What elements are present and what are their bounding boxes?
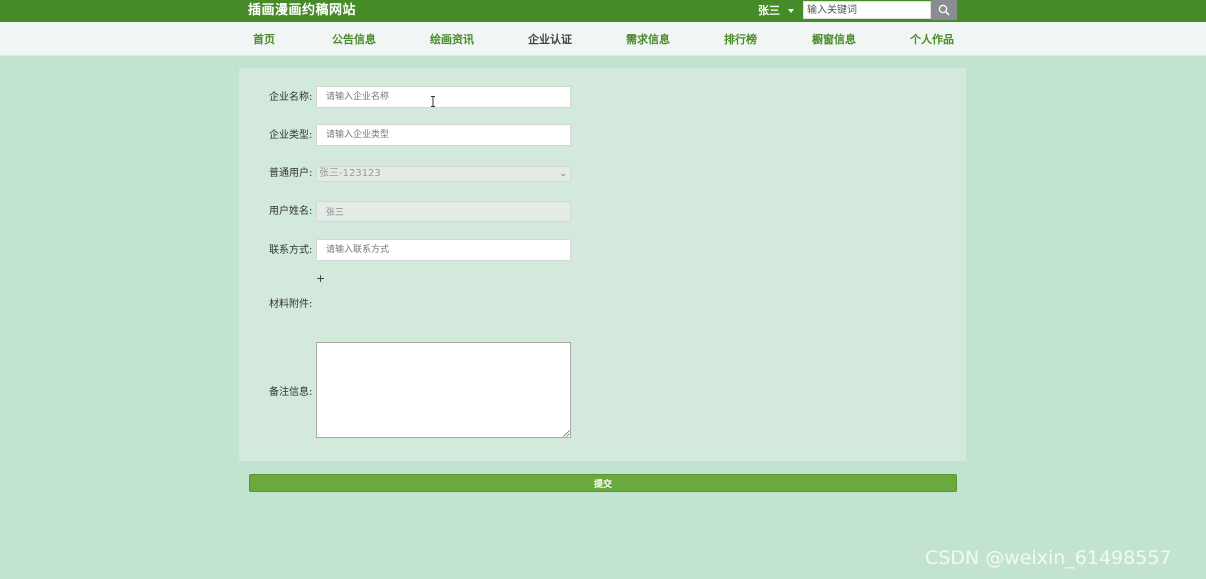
company-type-label: 企业类型: — [269, 130, 313, 141]
add-attachment-button[interactable]: + — [316, 273, 325, 285]
user-menu[interactable]: 张三 — [758, 3, 794, 19]
chevron-down-icon: ⌄ — [559, 169, 567, 179]
site-title[interactable]: 插画漫画约稿网站 — [248, 2, 356, 20]
caret-down-icon[interactable] — [788, 9, 794, 13]
remark-label: 备注信息: — [269, 387, 313, 398]
remark-textarea[interactable] — [316, 342, 571, 438]
text-cursor-icon — [431, 96, 435, 107]
nav-company-certification[interactable]: 企业认证 — [528, 22, 572, 55]
nav-ranking[interactable]: 排行榜 — [724, 22, 757, 55]
user-name[interactable]: 张三 — [758, 4, 780, 17]
submit-button[interactable]: 提交 — [249, 474, 957, 492]
top-bar: 插画漫画约稿网站 张三 — [0, 0, 1206, 22]
normal-user-value: 张三-123123 — [319, 168, 381, 179]
nav-home[interactable]: 首页 — [253, 22, 275, 55]
company-type-input[interactable] — [316, 124, 571, 146]
contact-input[interactable] — [316, 239, 571, 261]
main-nav: 首页 公告信息 绘画资讯 企业认证 需求信息 排行榜 橱窗信息 个人作品 — [0, 22, 1206, 56]
nav-demand-info[interactable]: 需求信息 — [626, 22, 670, 55]
user-realname-label: 用户姓名: — [269, 206, 313, 217]
resize-handle-icon[interactable] — [563, 430, 570, 437]
company-name-input[interactable] — [316, 86, 571, 108]
company-name-label: 企业名称: — [269, 92, 313, 103]
normal-user-label: 普通用户: — [269, 168, 313, 179]
contact-label: 联系方式: — [269, 245, 313, 256]
nav-personal-works[interactable]: 个人作品 — [910, 22, 954, 55]
search-button[interactable] — [931, 0, 957, 20]
nav-drawing-news[interactable]: 绘画资讯 — [430, 22, 474, 55]
watermark: CSDN @weixin_61498557 — [925, 547, 1172, 569]
normal-user-select[interactable]: 张三-123123 ⌄ — [316, 166, 571, 182]
nav-showcase-info[interactable]: 橱窗信息 — [812, 22, 856, 55]
user-realname-input[interactable] — [316, 201, 571, 222]
search-icon — [938, 4, 950, 16]
search-input[interactable] — [803, 1, 931, 19]
attachment-label: 材料附件: — [269, 299, 313, 310]
nav-announcements[interactable]: 公告信息 — [332, 22, 376, 55]
